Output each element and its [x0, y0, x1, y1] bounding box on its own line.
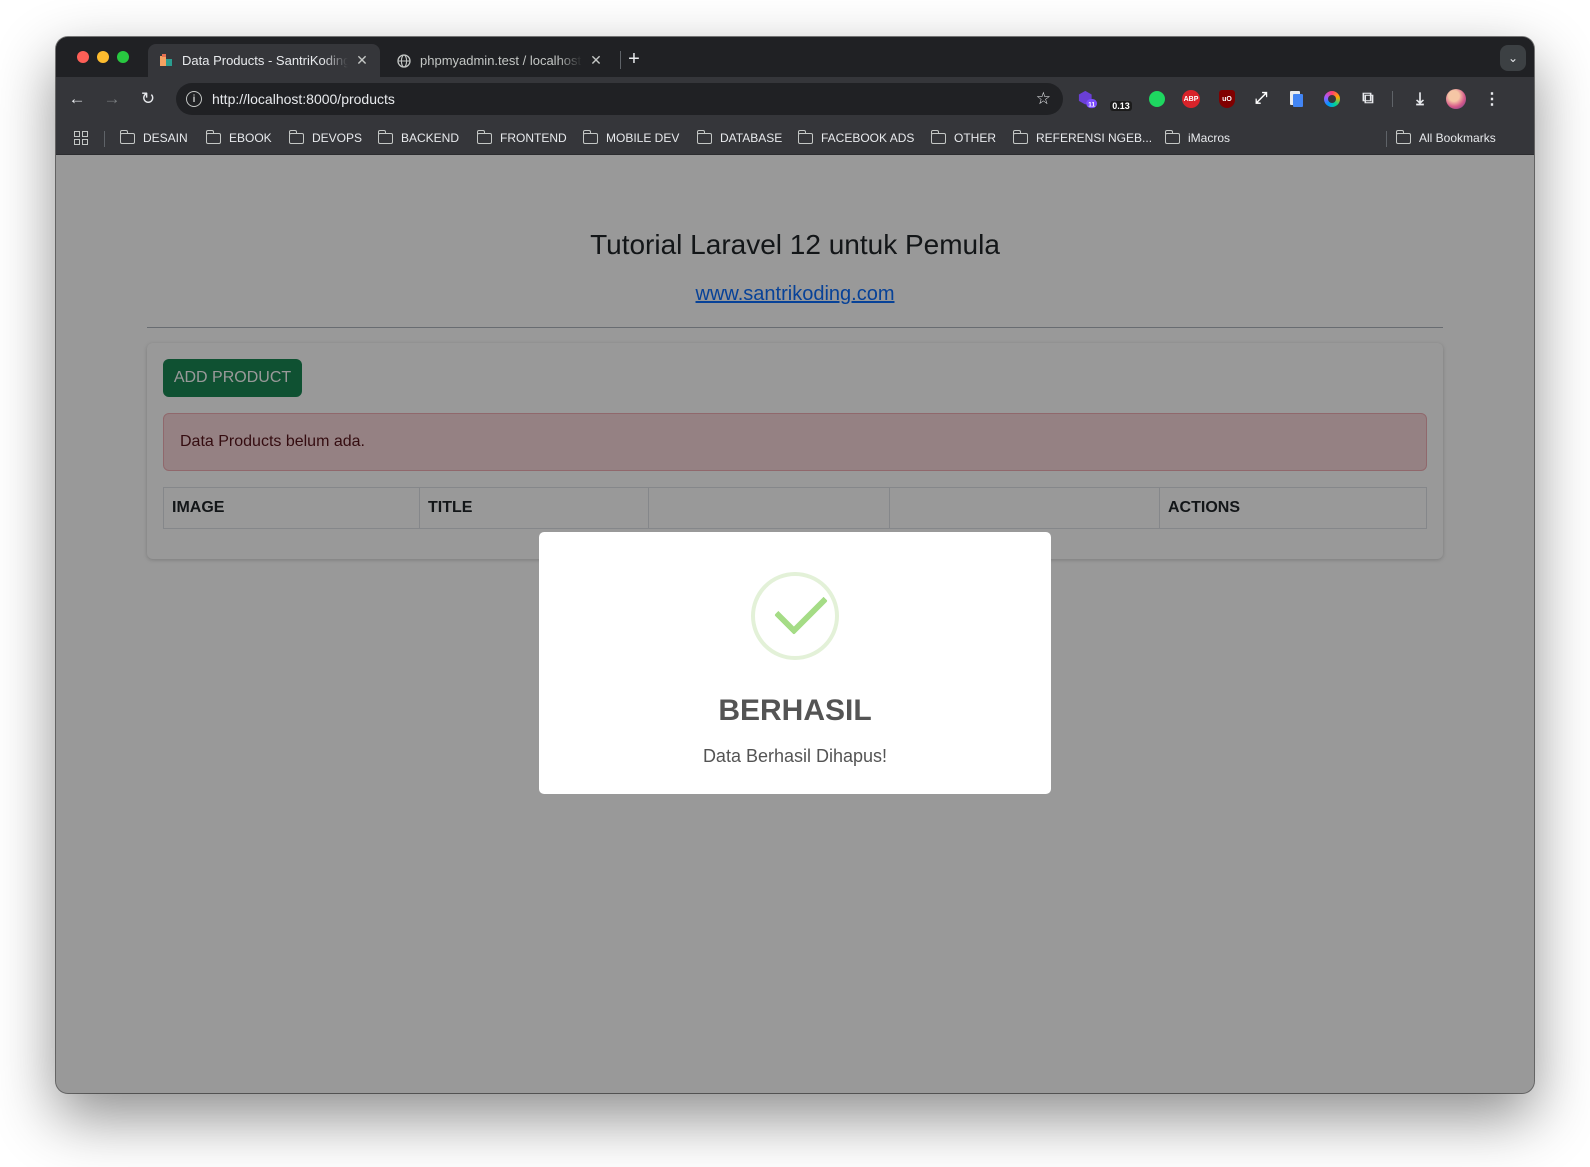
modal-message: Data Berhasil Dihapus!	[702, 746, 888, 766]
back-arrow-icon[interactable]: ←	[65, 87, 89, 111]
tab-title: phpmyadmin.test / localhost /	[420, 53, 582, 68]
adblock-plus-icon[interactable]: ABP	[1181, 89, 1201, 109]
folder-icon	[1164, 129, 1180, 144]
bookmark-folder-facebook-ads[interactable]: FACEBOOK ADS	[797, 129, 914, 147]
folder-icon	[797, 129, 813, 144]
folder-icon	[930, 129, 946, 144]
browser-window: Data Products - SantriKoding ✕ phpmyadmi…	[56, 37, 1534, 1093]
bookmark-folder-database[interactable]: DATABASE	[696, 129, 782, 147]
download-icon[interactable]: ⤓	[1410, 89, 1430, 109]
apps-grid-icon[interactable]	[74, 131, 88, 145]
folder-icon	[1395, 129, 1411, 144]
folder-icon	[696, 129, 712, 144]
bookmark-folder-other[interactable]: OTHER	[930, 129, 996, 147]
bookmark-folder-imacros[interactable]: iMacros	[1164, 129, 1230, 147]
santrikoding-favicon-icon	[158, 53, 174, 69]
modal-title: BERHASIL	[718, 694, 872, 727]
bookmarks-divider	[104, 131, 105, 147]
document-extension-icon[interactable]	[1286, 89, 1306, 109]
new-tab-plus-icon[interactable]: +	[622, 47, 646, 71]
url-text[interactable]: http://localhost:8000/products	[212, 91, 1036, 107]
folder-icon	[476, 129, 492, 144]
expand-arrows-icon[interactable]: ⤢	[1251, 89, 1271, 109]
maximize-window-button[interactable]	[117, 51, 129, 63]
hexagon-extension-icon[interactable]: 11	[1078, 89, 1098, 109]
all-bookmarks-folder[interactable]: All Bookmarks	[1395, 129, 1496, 147]
bookmark-folder-ebook[interactable]: EBOOK	[205, 129, 272, 147]
bookmark-folder-referensi[interactable]: REFERENSI NGEB...	[1012, 129, 1152, 147]
svg-text:11: 11	[1088, 101, 1095, 108]
folder-icon	[119, 129, 135, 144]
bookmark-folder-backend[interactable]: BACKEND	[377, 129, 459, 147]
bookmark-folder-devops[interactable]: DEVOPS	[288, 129, 362, 147]
success-modal: BERHASIL Data Berhasil Dihapus!	[539, 532, 1051, 794]
bookmarks-bar: DESAIN EBOOK DEVOPS BACKEND FRONTEND MOB…	[56, 121, 1534, 155]
folder-icon	[377, 129, 393, 144]
success-check-icon	[751, 572, 839, 660]
ublock-origin-icon[interactable]: uO	[1217, 89, 1237, 109]
close-tab-icon[interactable]: ✕	[588, 52, 604, 69]
close-tab-icon[interactable]: ✕	[354, 52, 370, 69]
tab-divider	[620, 51, 621, 69]
tab-data-products[interactable]: Data Products - SantriKoding ✕	[148, 44, 380, 77]
folder-icon	[288, 129, 304, 144]
address-bar[interactable]: i http://localhost:8000/products ☆	[176, 83, 1063, 115]
green-dot-extension-icon[interactable]	[1147, 89, 1167, 109]
timer-extension-icon[interactable]: 0.13	[1108, 89, 1134, 111]
browser-toolbar: ← → ↻ i http://localhost:8000/products ☆…	[56, 77, 1534, 121]
close-window-button[interactable]	[77, 51, 89, 63]
globe-icon	[396, 53, 412, 69]
page-viewport: Tutorial Laravel 12 untuk Pemula www.san…	[56, 155, 1534, 1093]
tab-strip: Data Products - SantriKoding ✕ phpmyadmi…	[56, 37, 1534, 77]
minimize-window-button[interactable]	[97, 51, 109, 63]
tab-phpmyadmin[interactable]: phpmyadmin.test / localhost / ✕	[386, 44, 614, 77]
site-info-icon[interactable]: i	[186, 91, 202, 107]
reload-icon[interactable]: ↻	[136, 87, 160, 111]
bookmark-folder-frontend[interactable]: FRONTEND	[476, 129, 567, 147]
bookmarks-divider	[1386, 131, 1387, 147]
tab-title: Data Products - SantriKoding	[182, 53, 348, 68]
bookmark-folder-mobile-dev[interactable]: MOBILE DEV	[582, 129, 679, 147]
extensions-puzzle-icon[interactable]: ⧉	[1358, 89, 1378, 109]
folder-icon	[582, 129, 598, 144]
profile-avatar[interactable]	[1446, 89, 1466, 109]
bookmark-folder-desain[interactable]: DESAIN	[119, 129, 188, 147]
forward-arrow-icon[interactable]: →	[100, 87, 124, 111]
color-picker-icon[interactable]	[1322, 89, 1342, 109]
folder-icon	[1012, 129, 1028, 144]
bookmark-star-icon[interactable]: ☆	[1036, 89, 1051, 109]
toolbar-divider	[1392, 91, 1393, 107]
tab-search-chevron-icon[interactable]: ⌄	[1500, 45, 1526, 71]
menu-kebab-icon[interactable]: ⋮	[1482, 89, 1502, 109]
folder-icon	[205, 129, 221, 144]
